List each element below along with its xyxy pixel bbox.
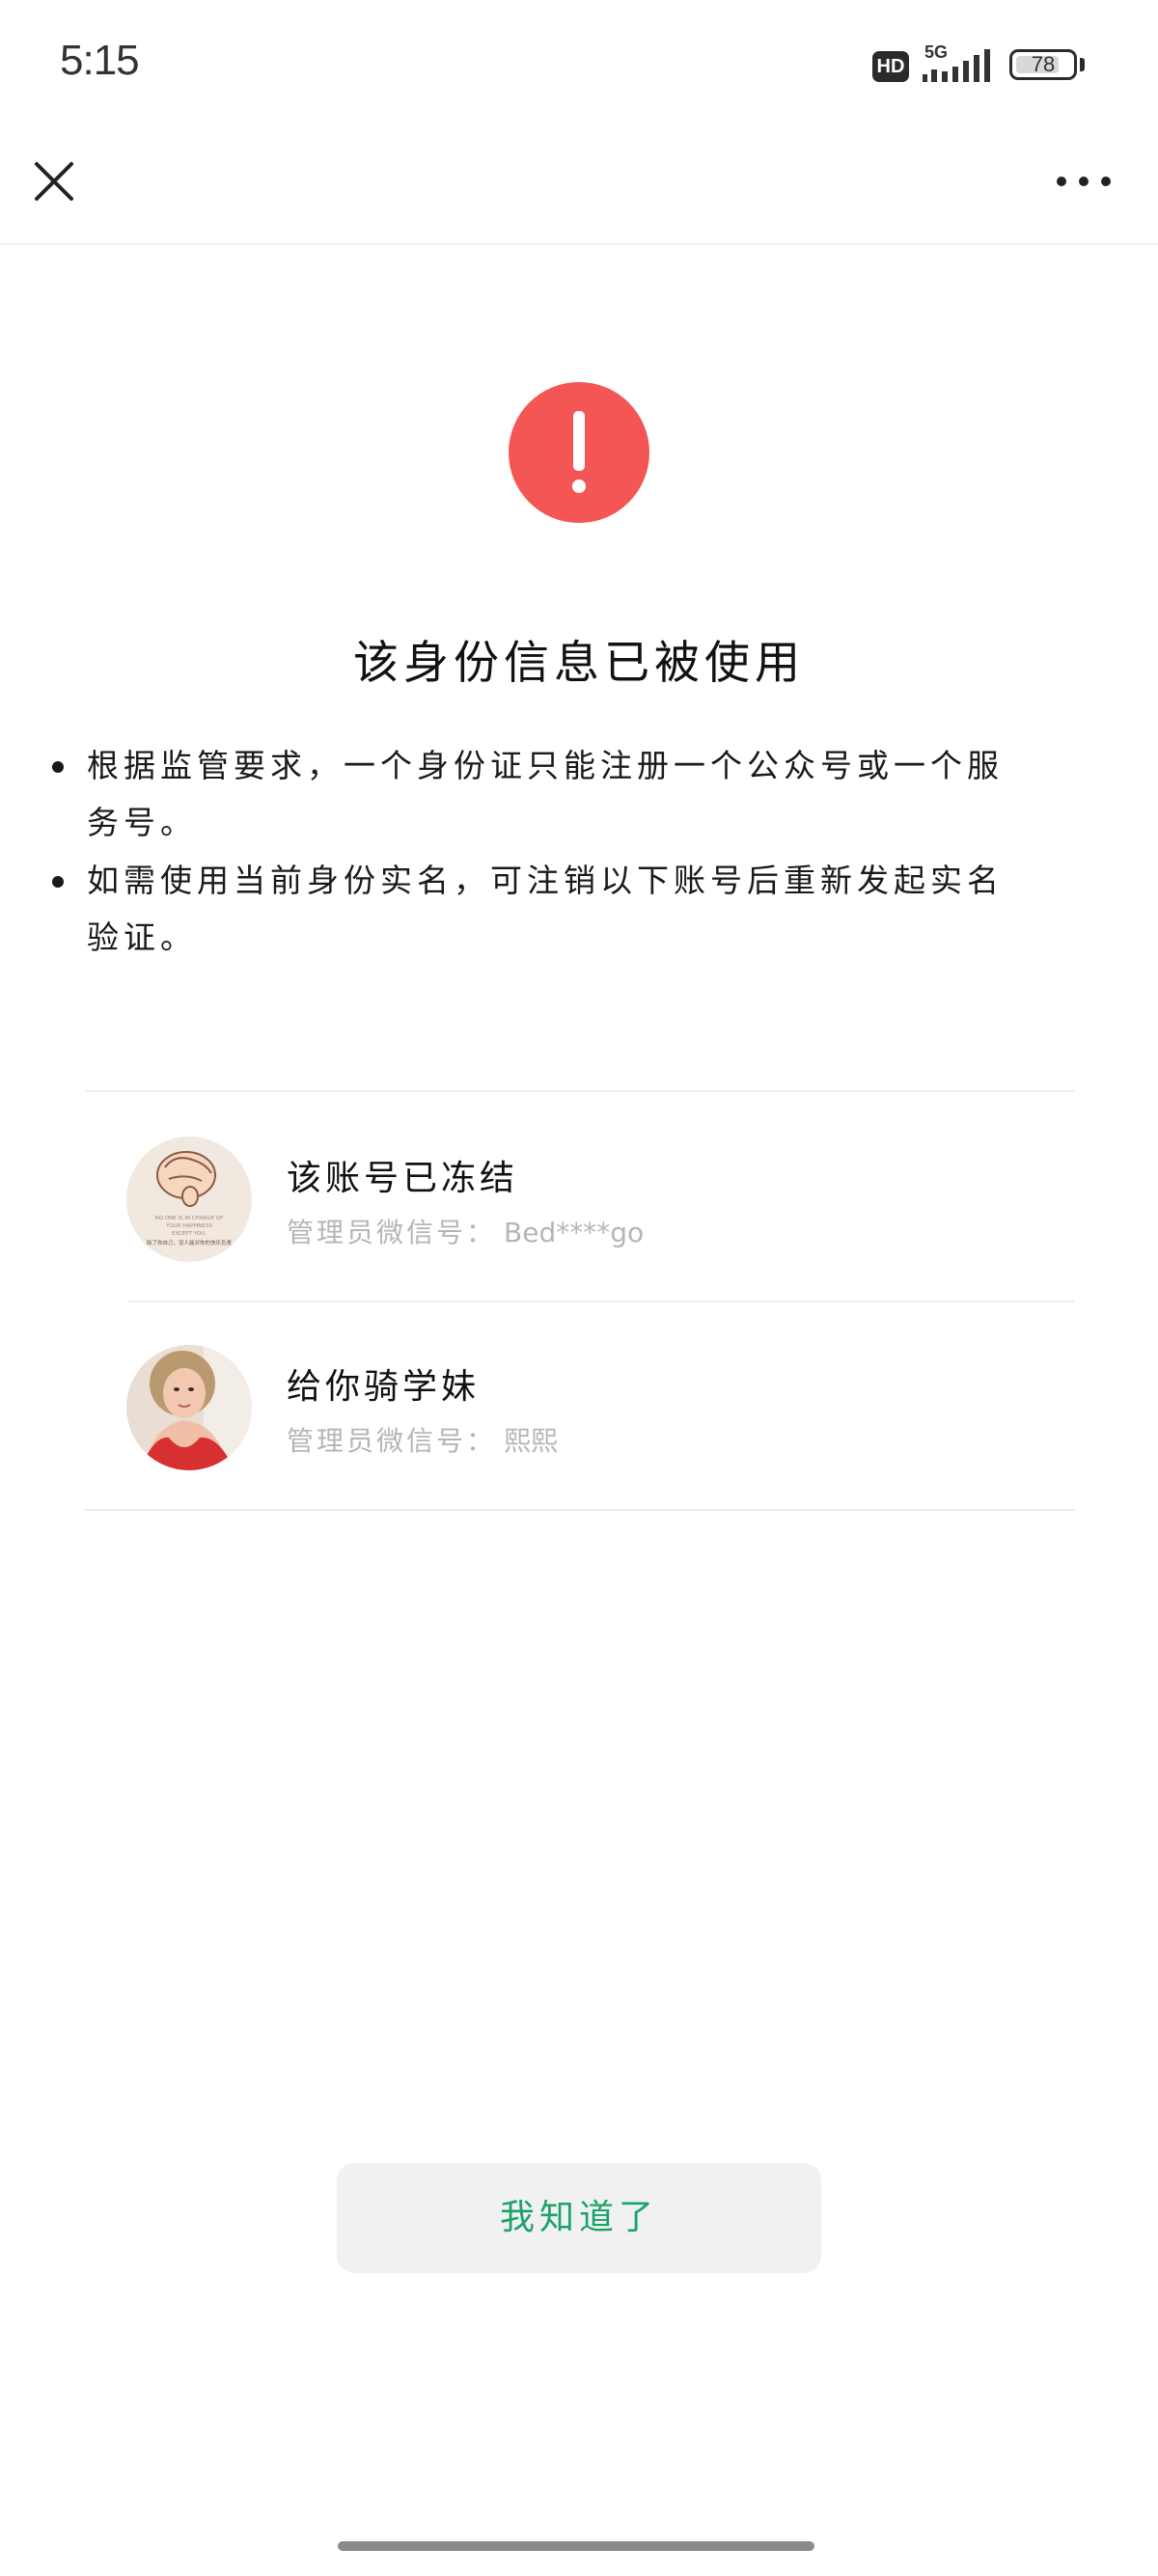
battery-level-text: 78 [1031,52,1056,76]
more-horizontal-icon [1057,177,1111,186]
account-list: NO ONE IS IN CHARGE OF YOUR HAPPINESS EX… [85,1090,1075,1511]
hd-badge: HD [872,51,909,82]
avatar: NO ONE IS IN CHARGE OF YOUR HAPPINESS EX… [126,1137,252,1262]
more-button[interactable] [1052,162,1119,201]
admin-label: 管理员微信号： [287,1425,497,1457]
home-indicator[interactable] [338,2541,814,2551]
signal-icon: 5G [923,42,998,85]
admin-value: Bed****go [504,1217,645,1248]
notice-list: 根据监管要求，一个身份证只能注册一个公众号或一个服务号。 如需使用当前身份实名，… [37,737,1031,967]
account-item[interactable]: NO ONE IS IN CHARGE OF YOUR HAPPINESS EX… [85,1092,1075,1301]
avatar-caption: 除了你自己，没人能对你的快乐负责 [147,1239,233,1247]
avatar-caption: NO ONE IS IN CHARGE OF [155,1216,224,1221]
status-bar: 5:15 HD 5G 78 [0,0,1158,125]
battery-icon: 78 [1009,49,1087,84]
confirm-button[interactable]: 我知道了 [337,2163,821,2273]
bullet-icon [52,876,64,888]
battery-tip [1080,58,1085,71]
exclamation-icon [509,382,649,523]
account-admin-id: 管理员微信号： Bed****go [287,1212,644,1250]
close-button[interactable] [27,154,81,208]
avatar [126,1345,252,1470]
page-title: 该身份信息已被使用 [353,637,805,690]
notice-item: 根据监管要求，一个身份证只能注册一个公众号或一个服务号。 [37,737,1031,851]
avatar-caption: YOUR HAPPINESS [165,1223,212,1229]
account-name: 给你骑学妹 [287,1367,481,1407]
notice-text: 如需使用当前身份实名，可注销以下账号后重新发起实名验证。 [87,862,1004,956]
notice-item: 如需使用当前身份实名，可注销以下账号后重新发起实名验证。 [37,852,1031,966]
notice-text: 根据监管要求，一个身份证只能注册一个公众号或一个服务号。 [87,747,1004,841]
admin-value: 熙熙 [504,1425,559,1457]
avatar-caption: EXCEPT YOU. [172,1231,207,1237]
status-time: 5:15 [60,37,140,84]
account-name: 该账号已冻结 [287,1159,519,1198]
admin-label: 管理员微信号： [287,1217,497,1248]
close-icon [35,162,73,201]
nav-bar [0,125,1158,245]
account-item[interactable]: 给你骑学妹 管理员微信号： 熙熙 [85,1301,1075,1509]
account-admin-id: 管理员微信号： 熙熙 [287,1420,558,1459]
bullet-icon [52,761,64,773]
